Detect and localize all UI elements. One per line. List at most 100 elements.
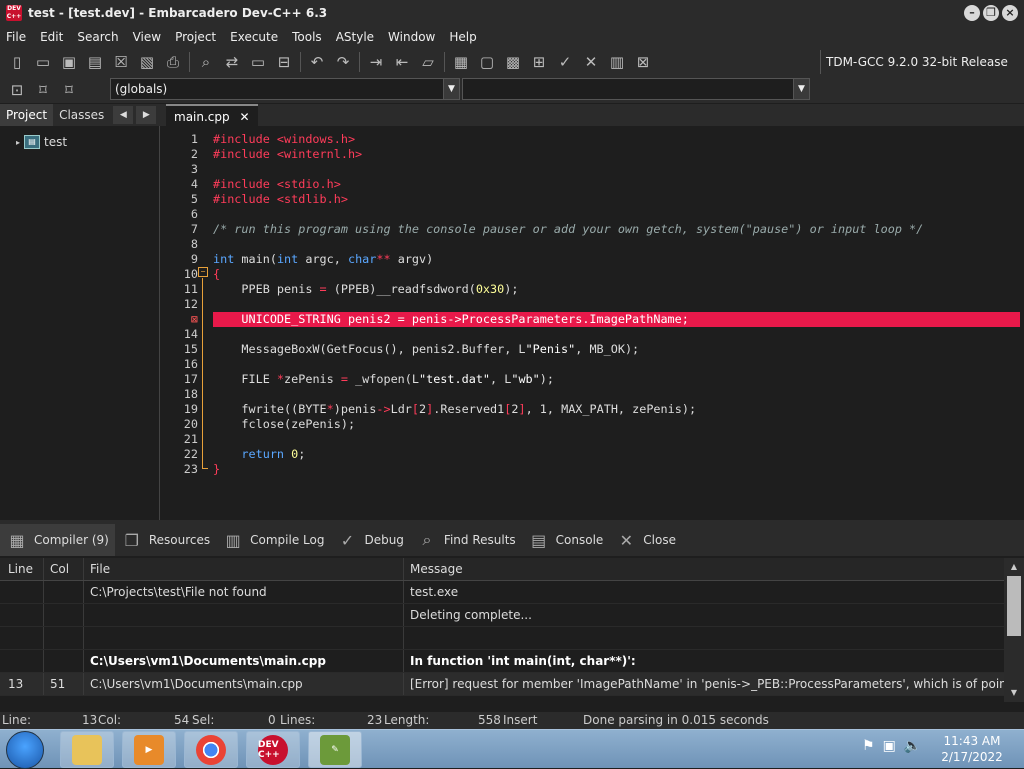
code-content[interactable]: #include <windows.h> #include <winternl.h… [213, 132, 923, 477]
menu-execute[interactable]: Execute [224, 30, 286, 44]
code-editor[interactable]: 1 2 3 4 5 6 7 8 9 10 11 12 ⊠ 14 15 16 17… [164, 126, 1024, 520]
minimize-button[interactable]: – [964, 5, 980, 21]
menu-tools[interactable]: Tools [286, 30, 330, 44]
menu-search[interactable]: Search [71, 30, 126, 44]
close-file-icon[interactable]: ☒ [108, 50, 134, 74]
close-all-icon[interactable]: ▧ [134, 50, 160, 74]
network-icon[interactable]: ▣ [883, 738, 896, 754]
menu-view[interactable]: View [127, 30, 169, 44]
close-panel-button[interactable]: ✕ Close [609, 524, 682, 556]
expand-arrow-icon[interactable]: ▸ [16, 138, 20, 147]
status-col-label: Col: [98, 713, 122, 727]
line-number: 12 [183, 297, 198, 311]
run-icon[interactable]: ▢ [474, 50, 500, 74]
replace-icon[interactable]: ⇄ [219, 50, 245, 74]
col-header-message[interactable]: Message [404, 558, 1004, 580]
tab-console[interactable]: ▤ Console [522, 524, 610, 556]
line-number: 6 [190, 207, 198, 221]
taskbar-editor[interactable]: ✎ [308, 731, 362, 768]
menu-edit[interactable]: Edit [34, 30, 71, 44]
notepad-icon: ✎ [320, 734, 350, 765]
taskbar-devcpp[interactable]: DEV C++ [246, 731, 300, 768]
tab-project[interactable]: Project [0, 104, 54, 126]
comment-icon[interactable]: ▱ [415, 50, 441, 74]
tab-compile-log[interactable]: ▥ Compile Log [216, 524, 330, 556]
redo-icon[interactable]: ↷ [330, 50, 356, 74]
tab-resources[interactable]: ❐ Resources [115, 524, 216, 556]
messages-scrollbar[interactable]: ▲ ▼ [1004, 558, 1024, 702]
new-file-icon[interactable]: ▯ [4, 50, 30, 74]
print-icon[interactable]: ⎙ [160, 50, 186, 74]
indent-icon[interactable]: ⇥ [363, 50, 389, 74]
fold-toggle-icon[interactable]: − [198, 267, 208, 277]
goto-bookmark-icon[interactable]: ⌑ [56, 78, 82, 102]
error-marker-icon[interactable]: ⊠ [164, 312, 198, 327]
table-row[interactable] [0, 627, 1004, 650]
bookmark-icon[interactable]: ⌑ [30, 78, 56, 102]
table-row[interactable]: C:\Users\vm1\Documents\main.cpp In funct… [0, 650, 1004, 673]
insert-icon[interactable]: ⊡ [4, 78, 30, 102]
chevron-down-icon[interactable]: ▼ [793, 79, 809, 99]
chevron-down-icon[interactable]: ▼ [443, 79, 459, 99]
tab-debug-label: Debug [364, 533, 404, 547]
scrollbar-thumb[interactable] [1007, 576, 1021, 636]
taskbar-media-player[interactable]: ▶ [122, 731, 176, 768]
menu-help[interactable]: Help [443, 30, 484, 44]
start-button[interactable] [6, 731, 44, 769]
table-row-error[interactable]: 13 51 C:\Users\vm1\Documents\main.cpp [E… [0, 673, 1004, 696]
col-header-line[interactable]: Line [0, 558, 44, 580]
clock-time: 11:43 AM [943, 734, 1001, 748]
find-icon[interactable]: ⌕ [193, 50, 219, 74]
stop-icon[interactable]: ✕ [578, 50, 604, 74]
menu-astyle[interactable]: AStyle [330, 30, 382, 44]
save-icon[interactable]: ▣ [56, 50, 82, 74]
devcpp-app-icon[interactable]: DEV C++ [6, 5, 22, 21]
tree-item-project[interactable]: ▸ ▤ test [16, 135, 67, 149]
menu-project[interactable]: Project [169, 30, 224, 44]
scroll-up-icon[interactable]: ▲ [1007, 560, 1021, 574]
close-tab-icon[interactable]: ✕ [239, 110, 249, 124]
tab-main-cpp[interactable]: main.cpp ✕ [166, 104, 258, 126]
col-header-file[interactable]: File [84, 558, 404, 580]
profile-icon[interactable]: ▥ [604, 50, 630, 74]
split-icon[interactable]: ⊟ [271, 50, 297, 74]
tab-find-results[interactable]: ⌕ Find Results [410, 524, 522, 556]
menu-window[interactable]: Window [382, 30, 443, 44]
compile-run-icon[interactable]: ▩ [500, 50, 526, 74]
open-folder-icon[interactable]: ▭ [30, 50, 56, 74]
table-row[interactable]: Deleting complete... [0, 604, 1004, 627]
close-window-button[interactable]: × [1002, 5, 1018, 21]
line-number: 18 [183, 387, 198, 401]
volume-icon[interactable]: 🔈 [904, 738, 921, 754]
unindent-icon[interactable]: ⇤ [389, 50, 415, 74]
menu-file[interactable]: File [0, 30, 34, 44]
line-number: 14 [183, 327, 198, 341]
tab-compiler[interactable]: ▦ Compiler (9) [0, 524, 115, 556]
compiler-select[interactable]: TDM-GCC 9.2.0 32-bit Release [820, 50, 1020, 74]
globals-combo[interactable]: (globals) ▼ [110, 78, 460, 100]
delete-profile-icon[interactable]: ⊠ [630, 50, 656, 74]
goto-icon[interactable]: ▭ [245, 50, 271, 74]
restore-button[interactable]: ❐ [983, 5, 999, 21]
check-icon[interactable]: ✓ [552, 50, 578, 74]
line-number: 5 [190, 192, 198, 206]
compile-icon[interactable]: ▦ [448, 50, 474, 74]
tab-classes[interactable]: Classes [53, 104, 110, 126]
undo-icon[interactable]: ↶ [304, 50, 330, 74]
save-all-icon[interactable]: ▤ [82, 50, 108, 74]
table-row[interactable]: C:\Projects\test\File not found test.exe [0, 581, 1004, 604]
close-icon: ✕ [619, 530, 633, 550]
scroll-down-icon[interactable]: ▼ [1007, 686, 1021, 700]
nav-right-icon[interactable]: ▶ [136, 106, 157, 124]
action-center-icon[interactable]: ⚑ [862, 738, 875, 754]
rebuild-icon[interactable]: ⊞ [526, 50, 552, 74]
clock[interactable]: 11:43 AM 2/17/2022 [922, 733, 1022, 765]
status-length-value: 558 [478, 713, 501, 727]
taskbar-chrome[interactable] [184, 731, 238, 768]
nav-left-icon[interactable]: ◀ [113, 106, 134, 124]
taskbar-explorer[interactable] [60, 731, 114, 768]
members-combo[interactable]: ▼ [462, 78, 810, 100]
status-col-value: 54 [174, 713, 190, 727]
tab-debug[interactable]: ✓ Debug [330, 524, 409, 556]
col-header-col[interactable]: Col [44, 558, 84, 580]
